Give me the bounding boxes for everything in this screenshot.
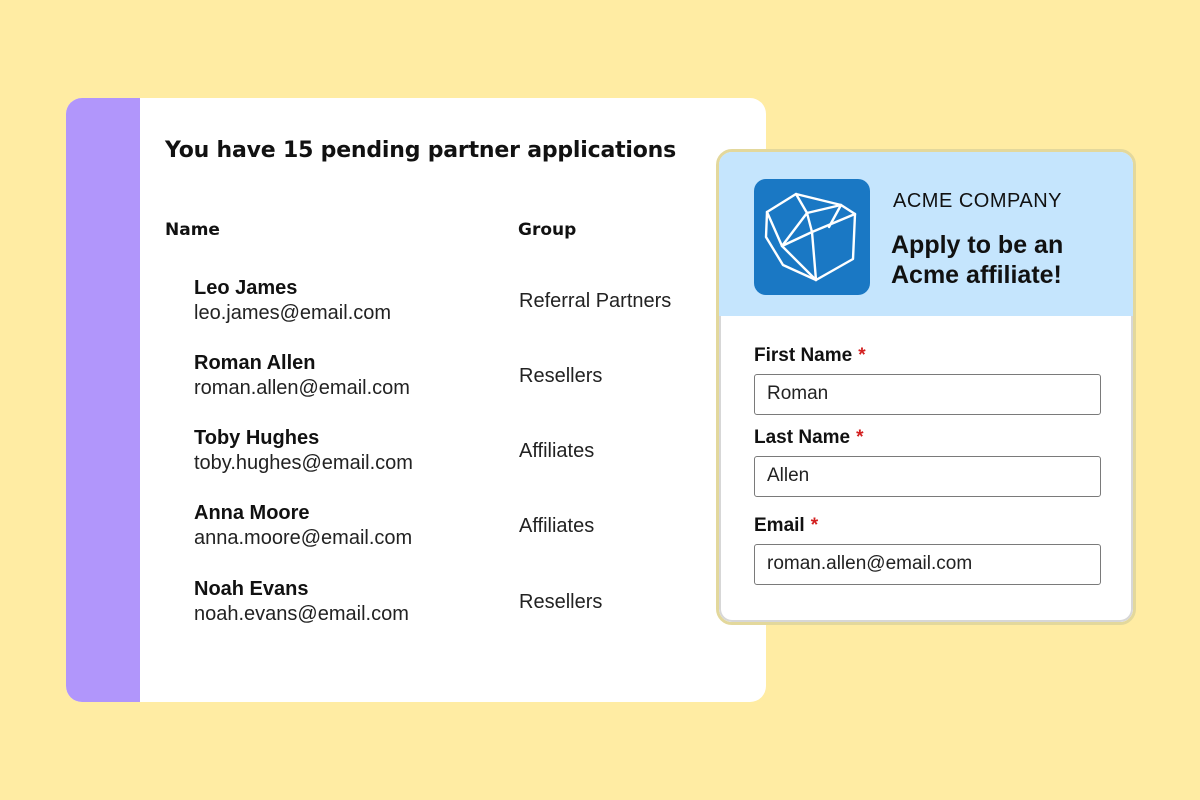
required-marker: * bbox=[856, 427, 864, 448]
applicant-name: Anna Moore bbox=[194, 502, 310, 524]
applicant-group: Resellers bbox=[519, 365, 603, 387]
applicant-info: Roman Allen roman.allen@email.com bbox=[194, 351, 410, 401]
column-header-group: Group bbox=[518, 220, 577, 240]
applications-card: You have 15 pending partner applications… bbox=[66, 98, 766, 702]
applicant-group: Affiliates bbox=[519, 515, 595, 537]
required-marker: * bbox=[858, 345, 866, 366]
applicant-name: Leo James bbox=[194, 277, 298, 299]
first-name-label-text: First Name bbox=[754, 345, 853, 366]
applicant-name: Noah Evans bbox=[194, 578, 309, 600]
applicant-name: Toby Hughes bbox=[194, 427, 320, 449]
applicant-group: Referral Partners bbox=[519, 290, 672, 312]
applicant-email: toby.hughes@email.com bbox=[194, 452, 413, 474]
email-label: Email * bbox=[754, 515, 1102, 537]
applicant-info: Anna Moore anna.moore@email.com bbox=[194, 501, 412, 551]
column-header-name: Name bbox=[165, 220, 220, 240]
table-row[interactable]: Noah Evans noah.evans@email.com Reseller… bbox=[66, 577, 766, 637]
applicant-email: roman.allen@email.com bbox=[194, 377, 410, 399]
required-marker: * bbox=[810, 515, 819, 536]
applicant-info: Toby Hughes toby.hughes@email.com bbox=[194, 426, 413, 476]
last-name-field: Last Name * Allen bbox=[754, 427, 1102, 497]
email-field: Email * roman.allen@email.com bbox=[754, 515, 1102, 585]
applicant-info: Leo James leo.james@email.com bbox=[194, 276, 391, 326]
polyhedron-logo-graphic bbox=[764, 192, 857, 282]
table-row[interactable]: Anna Moore anna.moore@email.com Affiliat… bbox=[66, 501, 766, 561]
applicant-email: anna.moore@email.com bbox=[194, 527, 413, 549]
applicant-name: Roman Allen bbox=[194, 352, 316, 374]
first-name-input[interactable]: Roman bbox=[754, 374, 1101, 415]
last-name-label-text: Last Name bbox=[754, 427, 851, 448]
applicant-group: Affiliates bbox=[519, 440, 595, 462]
form-headline: Apply to be an Acme affiliate! bbox=[891, 231, 1064, 289]
last-name-input[interactable]: Allen bbox=[754, 456, 1101, 497]
email-input[interactable]: roman.allen@email.com bbox=[754, 544, 1101, 585]
table-row[interactable]: Toby Hughes toby.hughes@email.com Affili… bbox=[66, 426, 766, 486]
form-header: ACME COMPANY Apply to be an Acme affilia… bbox=[719, 152, 1133, 316]
polyhedron-logo-icon bbox=[754, 179, 870, 295]
affiliate-form-card: ACME COMPANY Apply to be an Acme affilia… bbox=[716, 149, 1136, 625]
email-label-text: Email bbox=[754, 515, 805, 536]
first-name-label: First Name * bbox=[754, 345, 1102, 367]
last-name-label: Last Name * bbox=[754, 427, 1102, 449]
first-name-field: First Name * Roman bbox=[754, 345, 1102, 415]
company-name: ACME COMPANY bbox=[893, 190, 1062, 212]
table-row[interactable]: Roman Allen roman.allen@email.com Resell… bbox=[66, 351, 766, 411]
table-row[interactable]: Leo James leo.james@email.com Referral P… bbox=[66, 276, 766, 336]
applicant-group: Resellers bbox=[519, 591, 603, 613]
applicant-email: noah.evans@email.com bbox=[194, 603, 409, 625]
page-title: You have 15 pending partner applications bbox=[165, 138, 677, 163]
applicant-info: Noah Evans noah.evans@email.com bbox=[194, 577, 409, 627]
applicant-email: leo.james@email.com bbox=[194, 302, 392, 324]
